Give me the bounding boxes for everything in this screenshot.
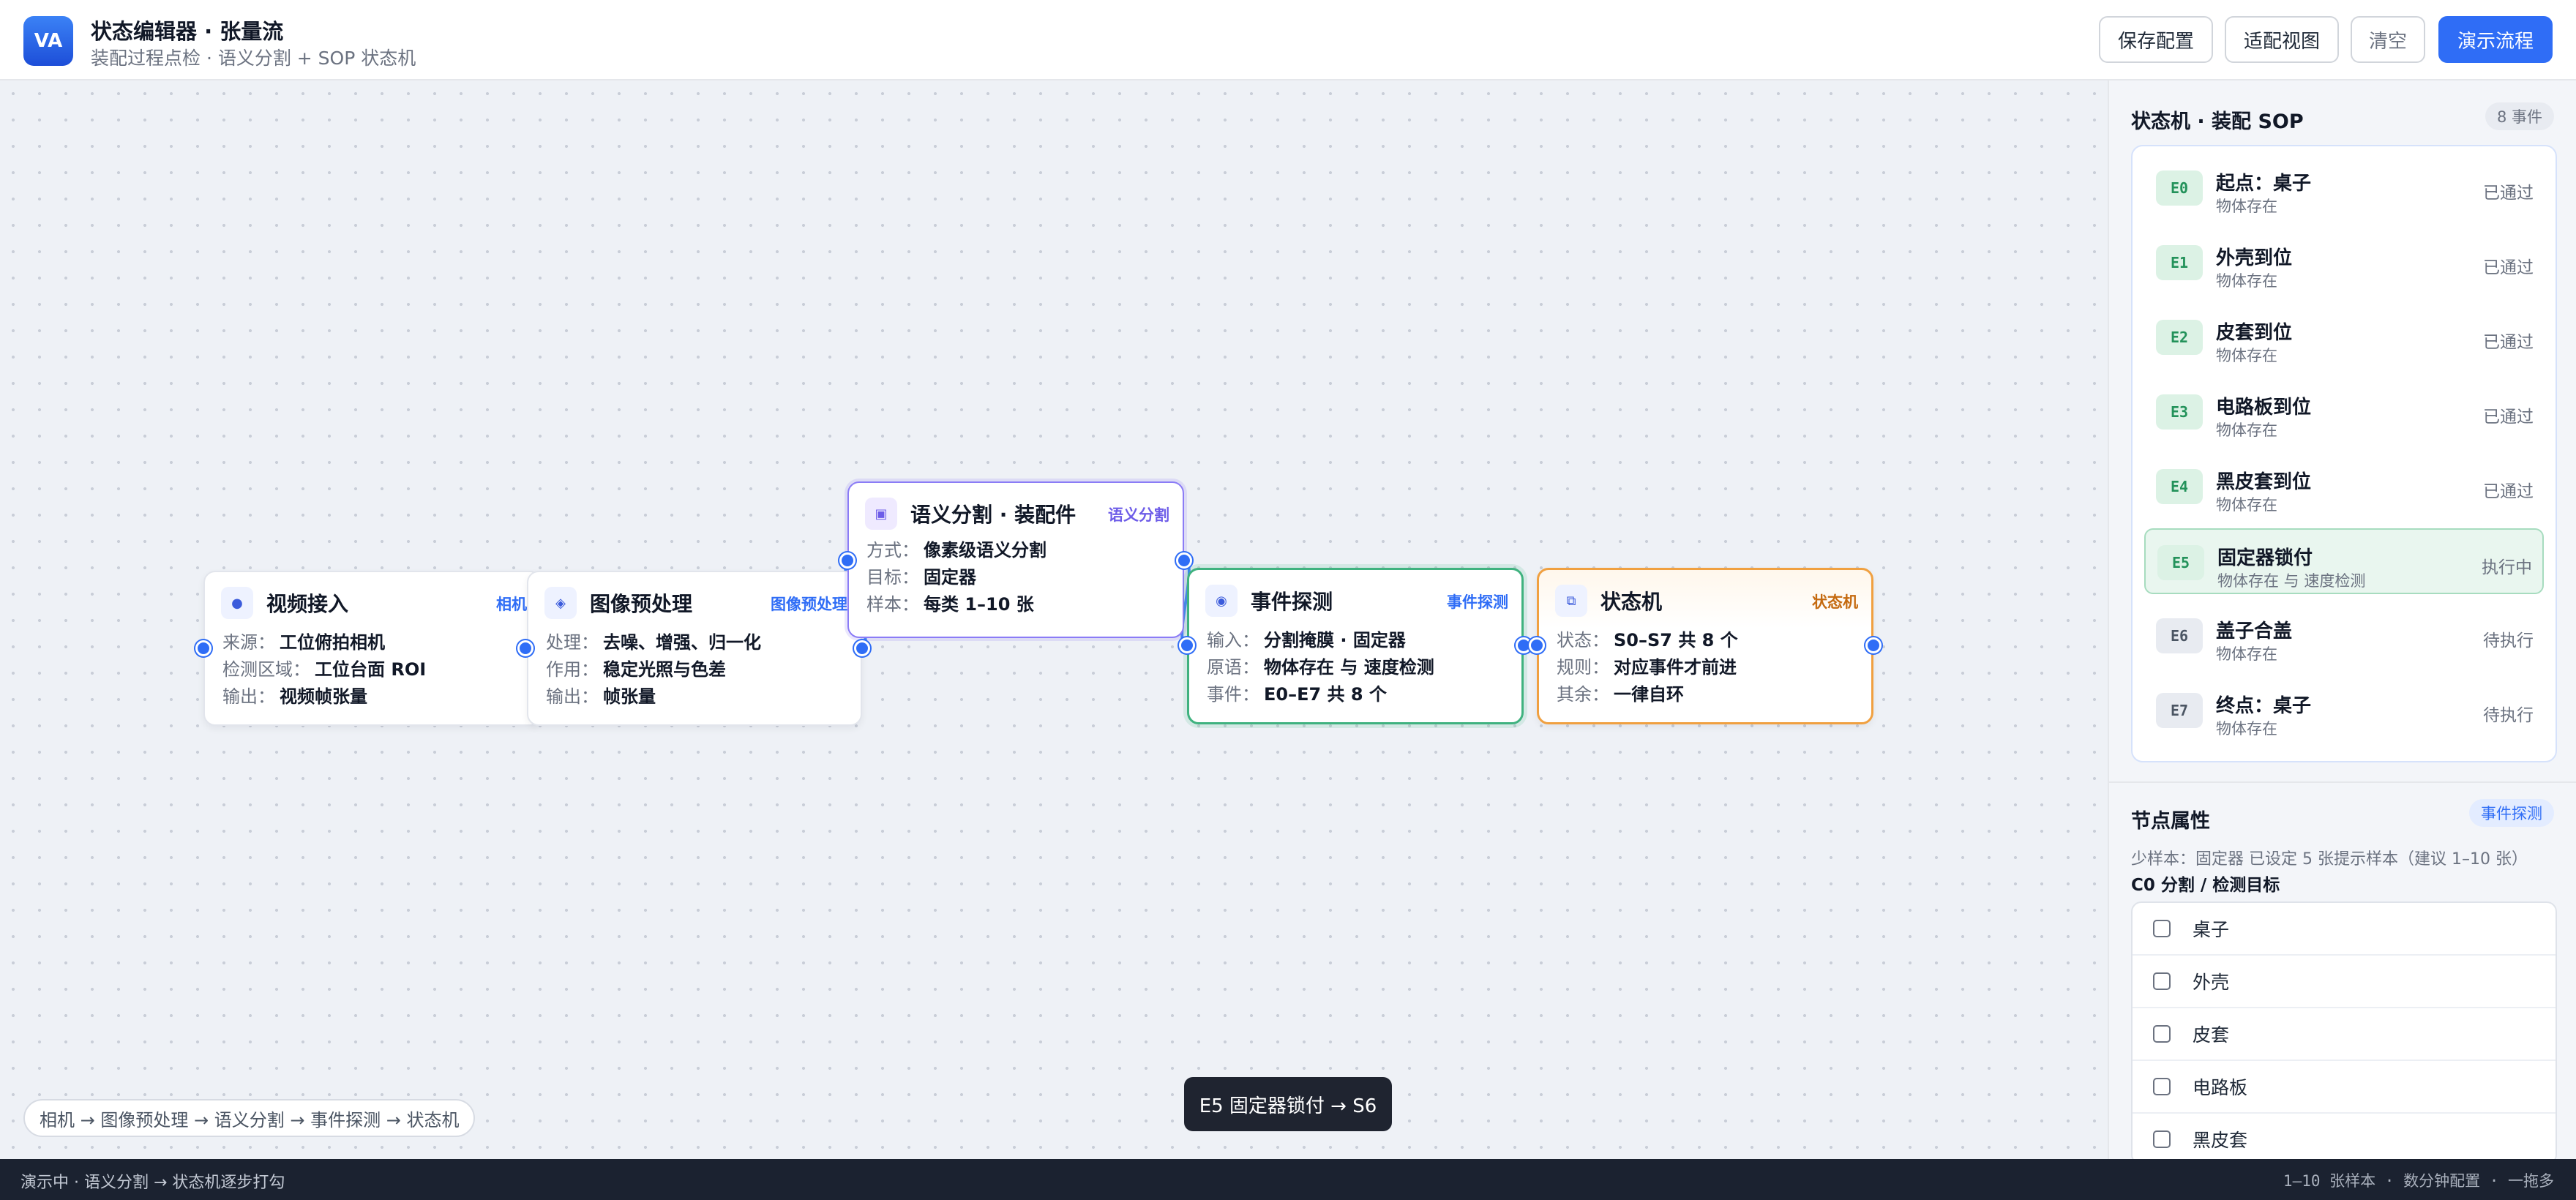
- event-item[interactable]: E2 皮套到位 物体存在 已通过: [2144, 304, 2544, 370]
- node-row: 处理： 去噪、增强、归一化: [546, 632, 761, 653]
- event-item[interactable]: E0 起点：桌子 物体存在 已通过: [2144, 155, 2544, 221]
- demo-flow-button[interactable]: 演示流程: [2438, 16, 2553, 63]
- checkbox[interactable]: [2153, 1130, 2171, 1148]
- node-tag: 相机: [496, 596, 527, 613]
- node-row: 目标： 固定器: [866, 567, 976, 588]
- node-video-input-port-in[interactable]: [195, 640, 211, 656]
- dot-icon: ●: [221, 587, 253, 619]
- node-tag: 状态机: [1812, 593, 1858, 611]
- fit-view-button[interactable]: 适配视图: [2225, 16, 2339, 63]
- event-list: E0 起点：桌子 物体存在 已通过 E1 外壳到位 物体存在 已通过 E2 皮套…: [2131, 145, 2557, 762]
- node-row: 事件： E0–E7 共 8 个: [1207, 684, 1387, 705]
- event-item[interactable]: E4 黑皮套到位 物体存在 已通过: [2144, 454, 2544, 520]
- node-row: 其余： 一律自环: [1557, 684, 1684, 705]
- node-preprocess-port-out[interactable]: [854, 640, 870, 656]
- square-icon: ▣: [865, 498, 897, 530]
- node-title: 状态机: [1600, 590, 1663, 614]
- node-row: 输出： 帧张量: [546, 686, 656, 707]
- status-left: 演示中 · 语义分割 → 状态机逐步打勾: [20, 1174, 285, 1192]
- targets-subtitle: C0 分割 / 检测目标: [2131, 876, 2280, 895]
- node-event-detection[interactable]: ◉ 事件探测 事件探测 输入： 分割掩膜 · 固定器 原语： 物体存在 与 速度检测…: [1187, 568, 1524, 724]
- event-item[interactable]: E7 终点：桌子 物体存在 待执行: [2144, 678, 2544, 743]
- target-item[interactable]: 电路板: [2133, 1061, 2556, 1114]
- checkbox[interactable]: [2153, 972, 2171, 990]
- app-logo: VA: [23, 16, 73, 66]
- app-header: VA 状态编辑器 · 张量流 装配过程点检 · 语义分割 + SOP 状态机 保…: [0, 0, 2576, 80]
- event-item[interactable]: E6 盖子合盖 物体存在 待执行: [2144, 603, 2544, 669]
- panel-divider: [2109, 781, 2576, 783]
- node-semantic-segmentation[interactable]: ▣ 语义分割 · 装配件 语义分割 方式： 像素级语义分割 目标： 固定器 样本：每…: [847, 481, 1184, 638]
- sidebar-panel: 状态机 · 装配 SOP 8 事件 E0 起点：桌子 物体存在 已通过 E1 外…: [2108, 80, 2576, 1165]
- node-image-preprocess[interactable]: ◈ 图像预处理 图像预处理 处理： 去噪、增强、归一化 作用： 稳定光照与色差 输出…: [527, 571, 862, 726]
- node-state-machine[interactable]: ⧉ 状态机 状态机 状态： S0–S7 共 8 个 规则： 对应事件才前进 其余：一…: [1537, 568, 1873, 724]
- node-row: 状态： S0–S7 共 8 个: [1557, 630, 1738, 650]
- state-machine-icon: ⧉: [1555, 585, 1587, 617]
- node-row: 方式： 像素级语义分割: [866, 540, 1046, 560]
- node-preprocess-port-in[interactable]: [517, 640, 533, 656]
- node-state-port-out[interactable]: [1865, 637, 1882, 653]
- node-title: 视频接入: [266, 592, 349, 616]
- node-event-port-in[interactable]: [1179, 637, 1195, 653]
- status-toast: E5 固定器锁付 → S6: [1184, 1077, 1392, 1131]
- node-tag: 图像预处理: [771, 596, 847, 613]
- panel-title: 状态机 · 装配 SOP: [2131, 110, 2304, 133]
- target-list: 桌子 外壳 皮套 电路板 黑皮套: [2131, 901, 2557, 1165]
- target-item[interactable]: 皮套: [2133, 1008, 2556, 1061]
- node-row: 来源： 工位俯拍相机: [222, 632, 385, 653]
- node-title: 事件探测: [1251, 590, 1333, 614]
- eye-icon: ◉: [1205, 585, 1238, 617]
- node-title: 语义分割 · 装配件: [910, 503, 1077, 527]
- pipeline-breadcrumb: 相机 → 图像预处理 → 语义分割 → 事件探测 → 状态机: [23, 1099, 476, 1137]
- few-shot-note: 少样本：固定器 已设定 5 张提示样本（建议 1–10 张）: [2131, 850, 2528, 869]
- checkbox[interactable]: [2153, 1025, 2171, 1043]
- node-row: 输出： 视频帧张量: [222, 686, 367, 707]
- checkbox[interactable]: [2153, 920, 2171, 937]
- node-tag: 语义分割: [1108, 506, 1169, 524]
- node-row: 作用： 稳定光照与色差: [546, 659, 726, 680]
- app-title: 状态编辑器 · 张量流: [91, 19, 284, 44]
- flow-canvas[interactable]: ● 视频接入 相机 来源： 工位俯拍相机 检测区域： 工位台面 ROI 输出： 视频帧…: [0, 80, 2108, 1159]
- node-video-input[interactable]: ● 视频接入 相机 来源： 工位俯拍相机 检测区域： 工位台面 ROI 输出： 视频帧…: [203, 571, 542, 726]
- app-subtitle: 装配过程点检 · 语义分割 + SOP 状态机: [91, 48, 416, 69]
- save-config-button[interactable]: 保存配置: [2099, 16, 2213, 63]
- target-item[interactable]: 黑皮套: [2133, 1114, 2556, 1163]
- target-item[interactable]: 桌子: [2133, 903, 2556, 956]
- status-right: 1–10 张样本 · 数分钟配置 · 一拖多: [2283, 1172, 2554, 1190]
- node-row: 原语： 物体存在 与 速度检测: [1207, 657, 1434, 678]
- clear-button[interactable]: 清空: [2351, 16, 2425, 63]
- event-count-badge: 8 事件: [2485, 102, 2554, 130]
- event-item[interactable]: E1 外壳到位 物体存在 已通过: [2144, 230, 2544, 296]
- node-properties-title: 节点属性: [2131, 810, 2210, 833]
- node-row: 输入： 分割掩膜 · 固定器: [1207, 630, 1406, 650]
- target-item[interactable]: 外壳: [2133, 956, 2556, 1008]
- node-row: 规则： 对应事件才前进: [1557, 657, 1737, 678]
- node-state-port-in[interactable]: [1529, 637, 1545, 653]
- node-row: 检测区域： 工位台面 ROI: [222, 659, 427, 680]
- node-row: 样本： 每类 1–10 张: [866, 594, 1034, 615]
- event-item-active[interactable]: E5 固定器锁付 物体存在 与 速度检测 执行中: [2144, 528, 2544, 594]
- status-bar: 演示中 · 语义分割 → 状态机逐步打勾 1–10 张样本 · 数分钟配置 · …: [0, 1159, 2576, 1200]
- event-item[interactable]: E3 电路板到位 物体存在 已通过: [2144, 379, 2544, 445]
- checkbox[interactable]: [2153, 1078, 2171, 1095]
- node-title: 图像预处理: [590, 592, 693, 616]
- node-segmentation-port-out[interactable]: [1176, 552, 1192, 569]
- node-kind-badge: 事件探测: [2469, 799, 2554, 827]
- node-tag: 事件探测: [1447, 593, 1508, 611]
- node-segmentation-port-in[interactable]: [839, 552, 855, 569]
- diamond-icon: ◈: [544, 587, 577, 619]
